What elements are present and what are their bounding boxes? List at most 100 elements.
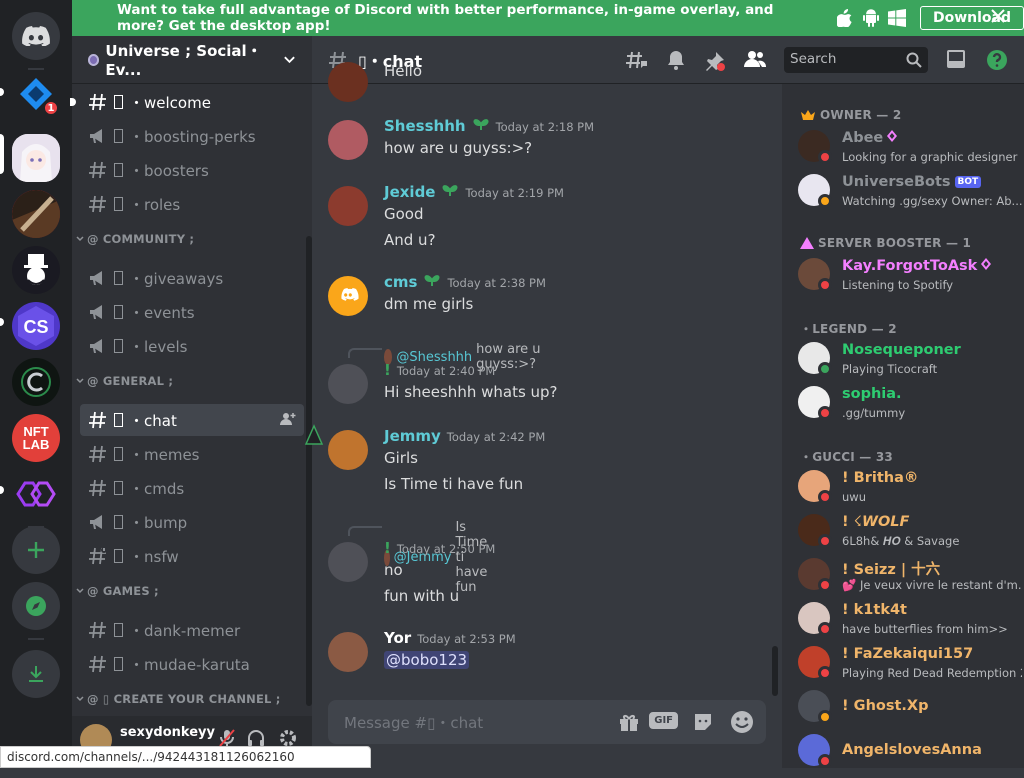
chat-scrollbar[interactable] <box>772 646 778 696</box>
user-avatar[interactable] <box>328 542 368 582</box>
member-item[interactable]: ! Ghost.Xp <box>798 690 1018 734</box>
member-group-header: SERVER BOOSTER — 1 <box>800 236 971 250</box>
message-author[interactable]: Jemmy <box>384 427 441 445</box>
category-header[interactable]: @ GENERAL ; <box>76 374 173 388</box>
message-author[interactable]: Yor <box>384 629 411 647</box>
message-author[interactable]: cms <box>384 273 417 291</box>
guild-monopoly[interactable] <box>12 246 60 294</box>
channel-dank-memer[interactable]: ・dank-memer <box>80 614 304 646</box>
message-text: dm me girls <box>384 291 764 317</box>
member-item[interactable]: ! Seizz | 十六💕 Je veux vivre le restant d… <box>798 558 1018 602</box>
member-name-text: UniverseBots <box>842 174 951 190</box>
download-apps-button[interactable] <box>12 650 60 698</box>
user-mention[interactable]: @bobo123 <box>384 651 469 669</box>
user-avatar[interactable] <box>328 632 368 672</box>
user-avatar[interactable] <box>328 62 368 102</box>
channel-boosting-perks[interactable]: ・boosting-perks <box>80 120 304 152</box>
settings-gear-icon[interactable] <box>278 728 298 748</box>
pin-icon[interactable] <box>704 50 726 72</box>
user-avatar[interactable] <box>328 120 368 160</box>
gift-icon[interactable] <box>618 712 640 732</box>
guild-polygon[interactable] <box>12 470 60 518</box>
channel-label: ・cmds <box>129 478 184 499</box>
guild-nft-lab[interactable]: NFT LAB <box>12 414 60 462</box>
guild-cs[interactable]: CS <box>12 302 60 350</box>
close-banner-icon[interactable] <box>990 8 1006 28</box>
create-invite-icon[interactable] <box>280 412 296 430</box>
member-item[interactable]: Kay.ForgotToAskListening to Spotify <box>798 258 1018 302</box>
member-item[interactable]: ! FaZekaiqui157Playing Red Dead Redempti… <box>798 646 1018 690</box>
member-item[interactable]: ! Britha®uwu <box>798 470 1018 514</box>
channel-memes[interactable]: ・memes <box>80 438 304 470</box>
member-name: ! k1tk4t <box>842 602 907 618</box>
member-item[interactable]: NosequeponerPlaying Ticocraft <box>798 342 1018 386</box>
sticker-icon[interactable] <box>692 712 714 732</box>
member-item[interactable]: sophia..gg/tummy <box>798 386 1018 430</box>
headphones-icon[interactable] <box>246 728 266 748</box>
server-header[interactable]: Universe ; Social・Ev... <box>72 36 312 84</box>
guild-universe[interactable] <box>12 134 60 182</box>
member-name-text: Abee <box>842 130 883 146</box>
member-group-header: ・LEGEND — 2 <box>800 320 897 337</box>
user-avatar[interactable] <box>328 364 368 404</box>
member-list: OWNER — 2AbeeLooking for a graphic desig… <box>782 84 1024 768</box>
member-item[interactable]: AbeeLooking for a graphic designer ... <box>798 130 1018 174</box>
member-item[interactable]: UniverseBotsBOTWatching .gg/sexy Owner: … <box>798 174 1018 218</box>
category-header[interactable]: @ COMMUNITY ; <box>76 232 194 246</box>
message-author[interactable]: ! <box>384 361 391 379</box>
message-timestamp: Today at 2:38 PM <box>447 276 545 290</box>
guild-c-logo[interactable] <box>12 358 60 406</box>
emoji-smile-icon[interactable] <box>730 710 754 734</box>
emoji-placeholder-icon <box>114 623 123 637</box>
message-timestamp: Today at 2:50 PM <box>397 542 495 556</box>
category-header[interactable]: @ GAMES ; <box>76 584 159 598</box>
member-status: 6L8h& 𝑯𝑶 & Savage <box>842 534 1022 549</box>
guild-dark-art[interactable] <box>12 190 60 238</box>
android-icon <box>862 9 880 27</box>
member-item[interactable]: AngelslovesAnna <box>798 734 1018 778</box>
channel-chat[interactable]: ・chat <box>80 404 304 436</box>
member-item[interactable]: ! ☇𝙒𝙊𝙇𝙁6L8h& 𝑯𝑶 & Savage <box>798 514 1018 558</box>
message-input[interactable]: Message #▯・chat GIF <box>328 700 766 744</box>
notification-bell-icon[interactable] <box>666 49 686 71</box>
inbox-icon[interactable] <box>946 49 966 69</box>
hashtag-icon <box>88 92 108 112</box>
explore-servers-button[interactable] <box>12 582 60 630</box>
cs-logo-icon: CS <box>12 302 60 350</box>
mute-microphone-icon[interactable] <box>218 728 236 748</box>
threads-icon[interactable] <box>626 50 648 70</box>
message-author[interactable]: Shesshhh <box>384 117 466 135</box>
user-avatar[interactable] <box>328 186 368 226</box>
home-button[interactable] <box>12 12 60 60</box>
channel-roles[interactable]: ・roles <box>80 188 304 220</box>
channel-label: ・memes <box>129 444 200 465</box>
gif-button[interactable]: GIF <box>649 712 678 729</box>
channel-giveaways[interactable]: ・giveaways <box>80 262 304 294</box>
user-avatar[interactable] <box>328 430 368 470</box>
member-status: Watching .gg/sexy Owner: Ab... <box>842 194 1022 208</box>
channel-cmds[interactable]: ・cmds <box>80 472 304 504</box>
message-text: how are u guyss:>? <box>384 135 764 161</box>
help-icon[interactable] <box>986 49 1008 71</box>
channel-levels[interactable]: ・levels <box>80 330 304 362</box>
message-timestamp: Today at 2:19 PM <box>465 186 563 200</box>
download-button[interactable]: Download <box>920 6 1024 30</box>
member-item[interactable]: ! k1tk4thave butterflies from him>> <box>798 602 1018 646</box>
channel-welcome[interactable]: ・welcome <box>80 86 304 118</box>
category-header[interactable]: @ ▯ CREATE YOUR CHANNEL ; <box>76 692 281 706</box>
channel-events[interactable]: ・events <box>80 296 304 328</box>
message-author[interactable]: ! <box>384 539 391 557</box>
emoji-placeholder-icon <box>114 481 123 495</box>
channel-bump[interactable]: ・bump <box>80 506 304 538</box>
search-box[interactable]: Search <box>784 47 928 73</box>
member-status: 💕 Je veux vivre le restant d'm... <box>842 578 1022 592</box>
message-author[interactable]: Jexide <box>384 183 435 201</box>
member-name: Nosequeponer <box>842 342 961 358</box>
member-list-icon[interactable] <box>744 50 766 68</box>
channel-mudae-karuta[interactable]: ・mudae-karuta <box>80 648 304 680</box>
server-list: 1 CS NFT LAB <box>0 0 72 768</box>
channel-nsfw[interactable]: ・nsfw <box>80 540 304 572</box>
user-avatar[interactable] <box>328 276 368 316</box>
channel-boosters[interactable]: ・boosters <box>80 154 304 186</box>
add-server-button[interactable] <box>12 526 60 574</box>
